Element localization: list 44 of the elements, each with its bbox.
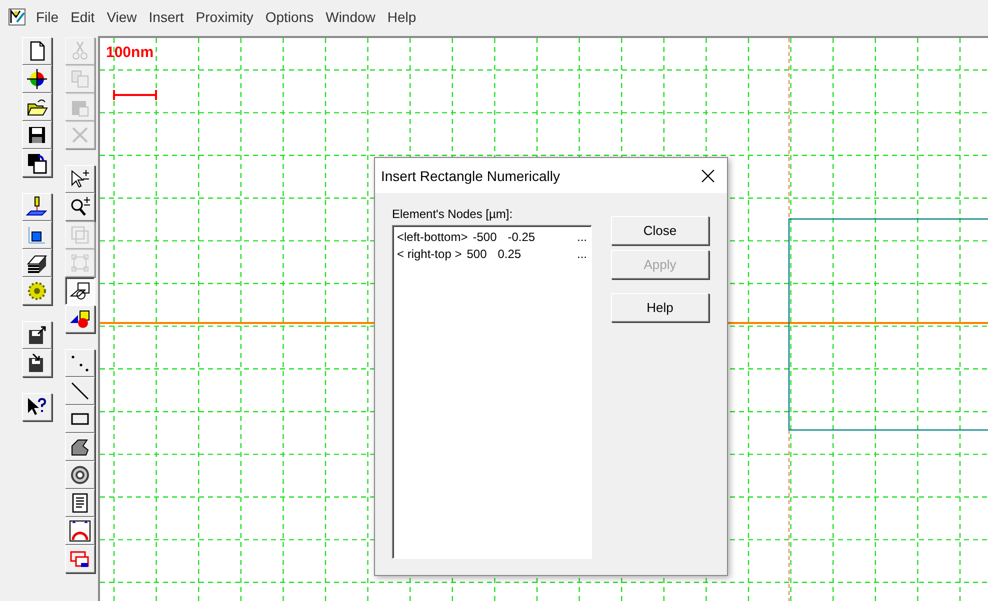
line-icon — [69, 380, 91, 402]
node-x: 500 — [466, 246, 487, 263]
more-button[interactable]: ... — [576, 229, 587, 246]
milling-icon — [26, 196, 48, 218]
nodes-list[interactable]: <left-bottom> -500 -0.25 ... < right-top > 500 0.25 ... — [392, 225, 592, 559]
help-pointer-icon — [26, 396, 48, 418]
app-logo-icon — [8, 8, 26, 26]
close-icon[interactable] — [701, 168, 715, 182]
menu-item[interactable]: Edit — [66, 9, 103, 25]
scale-label: 100nm — [106, 44, 154, 61]
menu-item[interactable]: Help — [383, 9, 424, 25]
gear-icon — [26, 280, 48, 302]
target-icon — [26, 68, 48, 90]
toolbar-button[interactable] — [65, 277, 95, 305]
dialog-button[interactable]: Close — [611, 216, 709, 245]
move-icon — [26, 224, 48, 246]
menu-item[interactable]: Options — [261, 9, 322, 25]
select-pointer-icon — [69, 168, 91, 190]
node-name: <left-bottom> — [397, 229, 468, 246]
scale-bar — [113, 90, 157, 100]
fit-frame-icon — [69, 224, 91, 246]
dialog-title: Insert Rectangle Numerically — [381, 168, 560, 184]
menu-item[interactable]: Insert — [144, 9, 192, 25]
menu-item[interactable]: Window — [322, 9, 384, 25]
node-x: -500 — [472, 229, 497, 246]
ring-icon — [69, 464, 91, 486]
timer-icon — [69, 520, 91, 542]
list-label: Element's Nodes [µm]: — [392, 207, 514, 221]
menu-item[interactable]: Proximity — [192, 9, 262, 25]
fit-nodes-icon — [69, 252, 91, 274]
save-icon — [26, 124, 48, 146]
save-all-icon — [26, 152, 48, 174]
dialog-button[interactable]: Help — [611, 293, 709, 322]
shape-edit-icon — [69, 280, 91, 302]
more-button[interactable]: ... — [576, 246, 587, 263]
menu-item[interactable]: File — [32, 9, 67, 25]
node-name: < right-top > — [397, 246, 462, 263]
node-y: -0.25 — [508, 229, 536, 246]
node-y: 0.25 — [498, 246, 522, 263]
menu-item[interactable]: View — [102, 9, 145, 25]
export-icon — [26, 324, 48, 346]
copy-icon — [69, 68, 91, 90]
shapes-icon — [69, 308, 91, 330]
zoom-icon — [69, 196, 91, 218]
